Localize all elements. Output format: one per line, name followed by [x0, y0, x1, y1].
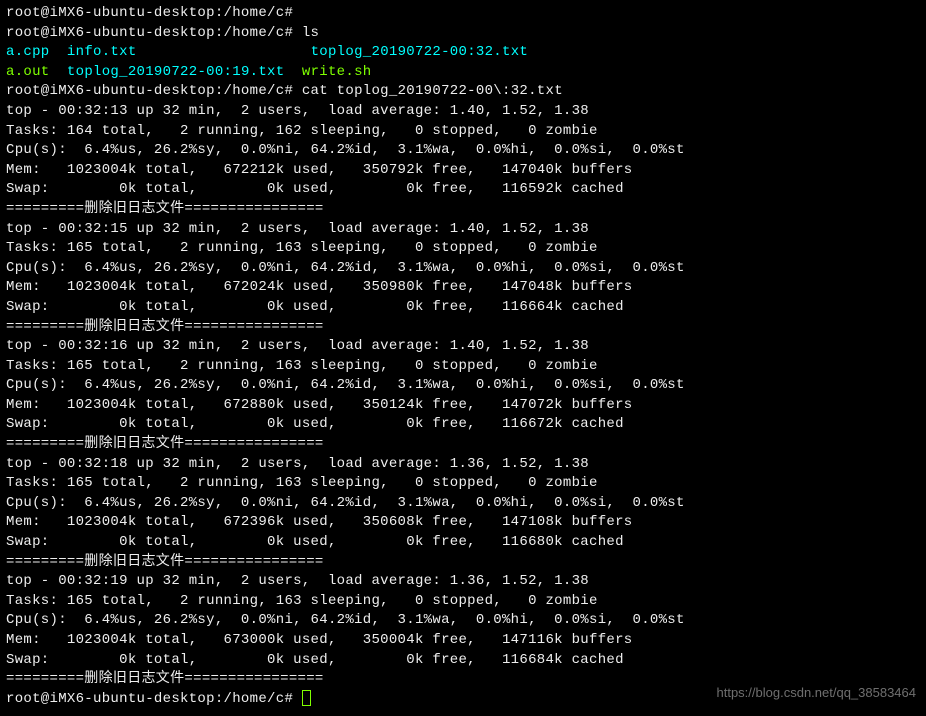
top-output-top: top - 00:32:18 up 32 min, 2 users, load …	[6, 455, 920, 475]
separator-line: =========删除旧日志文件================	[6, 200, 920, 220]
top-output-cpu: Cpu(s): 6.4%us, 26.2%sy, 0.0%ni, 64.2%id…	[6, 494, 920, 514]
prompt-text: root@iMX6-ubuntu-desktop:/home/c#	[6, 691, 302, 707]
top-output-cpu: Cpu(s): 6.4%us, 26.2%sy, 0.0%ni, 64.2%id…	[6, 611, 920, 631]
separator-line: =========删除旧日志文件================	[6, 318, 920, 338]
file-acpp: a.cpp	[6, 44, 50, 60]
top-output-swap: Swap: 0k total, 0k used, 0k free, 116672…	[6, 415, 920, 435]
ls-row-2: a.out toplog_20190722-00:19.txt write.sh	[6, 63, 920, 83]
prompt-text: root@iMX6-ubuntu-desktop:/home/c#	[6, 25, 302, 41]
prompt-text: root@iMX6-ubuntu-desktop:/home/c#	[6, 5, 293, 21]
cmd-ls: ls	[302, 25, 319, 41]
file-toplog19: toplog_20190722-00:19.txt	[67, 64, 285, 80]
file-toplog32: toplog_20190722-00:32.txt	[311, 44, 529, 60]
file-writesh: write.sh	[302, 64, 372, 80]
top-output-top: top - 00:32:13 up 32 min, 2 users, load …	[6, 102, 920, 122]
prompt-line-empty[interactable]: root@iMX6-ubuntu-desktop:/home/c#	[6, 4, 920, 24]
top-output-swap: Swap: 0k total, 0k used, 0k free, 116664…	[6, 298, 920, 318]
top-output-swap: Swap: 0k total, 0k used, 0k free, 116592…	[6, 180, 920, 200]
top-output-cpu: Cpu(s): 6.4%us, 26.2%sy, 0.0%ni, 64.2%id…	[6, 259, 920, 279]
file-aout: a.out	[6, 64, 50, 80]
top-output-top: top - 00:32:19 up 32 min, 2 users, load …	[6, 572, 920, 592]
cmd-cat: cat toplog_20190722-00\:32.txt	[302, 83, 563, 99]
top-output-tasks: Tasks: 165 total, 2 running, 163 sleepin…	[6, 474, 920, 494]
top-output-tasks: Tasks: 164 total, 2 running, 162 sleepin…	[6, 122, 920, 142]
top-output-mem: Mem: 1023004k total, 673000k used, 35000…	[6, 631, 920, 651]
top-output-mem: Mem: 1023004k total, 672024k used, 35098…	[6, 278, 920, 298]
top-output-mem: Mem: 1023004k total, 672396k used, 35060…	[6, 513, 920, 533]
top-output-swap: Swap: 0k total, 0k used, 0k free, 116684…	[6, 651, 920, 671]
top-output-mem: Mem: 1023004k total, 672880k used, 35012…	[6, 396, 920, 416]
prompt-line-cat[interactable]: root@iMX6-ubuntu-desktop:/home/c# cat to…	[6, 82, 920, 102]
top-output-cpu: Cpu(s): 6.4%us, 26.2%sy, 0.0%ni, 64.2%id…	[6, 141, 920, 161]
prompt-line-ls[interactable]: root@iMX6-ubuntu-desktop:/home/c# ls	[6, 24, 920, 44]
separator-line: =========删除旧日志文件================	[6, 435, 920, 455]
file-info: info.txt	[67, 44, 137, 60]
top-output-top: top - 00:32:15 up 32 min, 2 users, load …	[6, 220, 920, 240]
top-output-tasks: Tasks: 165 total, 2 running, 163 sleepin…	[6, 592, 920, 612]
prompt-text: root@iMX6-ubuntu-desktop:/home/c#	[6, 83, 302, 99]
ls-row-1: a.cpp info.txt toplog_20190722-00:32.txt	[6, 43, 920, 63]
top-output-top: top - 00:32:16 up 32 min, 2 users, load …	[6, 337, 920, 357]
separator-line: =========删除旧日志文件================	[6, 553, 920, 573]
top-output-tasks: Tasks: 165 total, 2 running, 163 sleepin…	[6, 357, 920, 377]
cursor-icon	[302, 690, 311, 706]
watermark-text: https://blog.csdn.net/qq_38583464	[717, 684, 917, 702]
top-output-mem: Mem: 1023004k total, 672212k used, 35079…	[6, 161, 920, 181]
top-output-cpu: Cpu(s): 6.4%us, 26.2%sy, 0.0%ni, 64.2%id…	[6, 376, 920, 396]
top-output-tasks: Tasks: 165 total, 2 running, 163 sleepin…	[6, 239, 920, 259]
top-output-swap: Swap: 0k total, 0k used, 0k free, 116680…	[6, 533, 920, 553]
